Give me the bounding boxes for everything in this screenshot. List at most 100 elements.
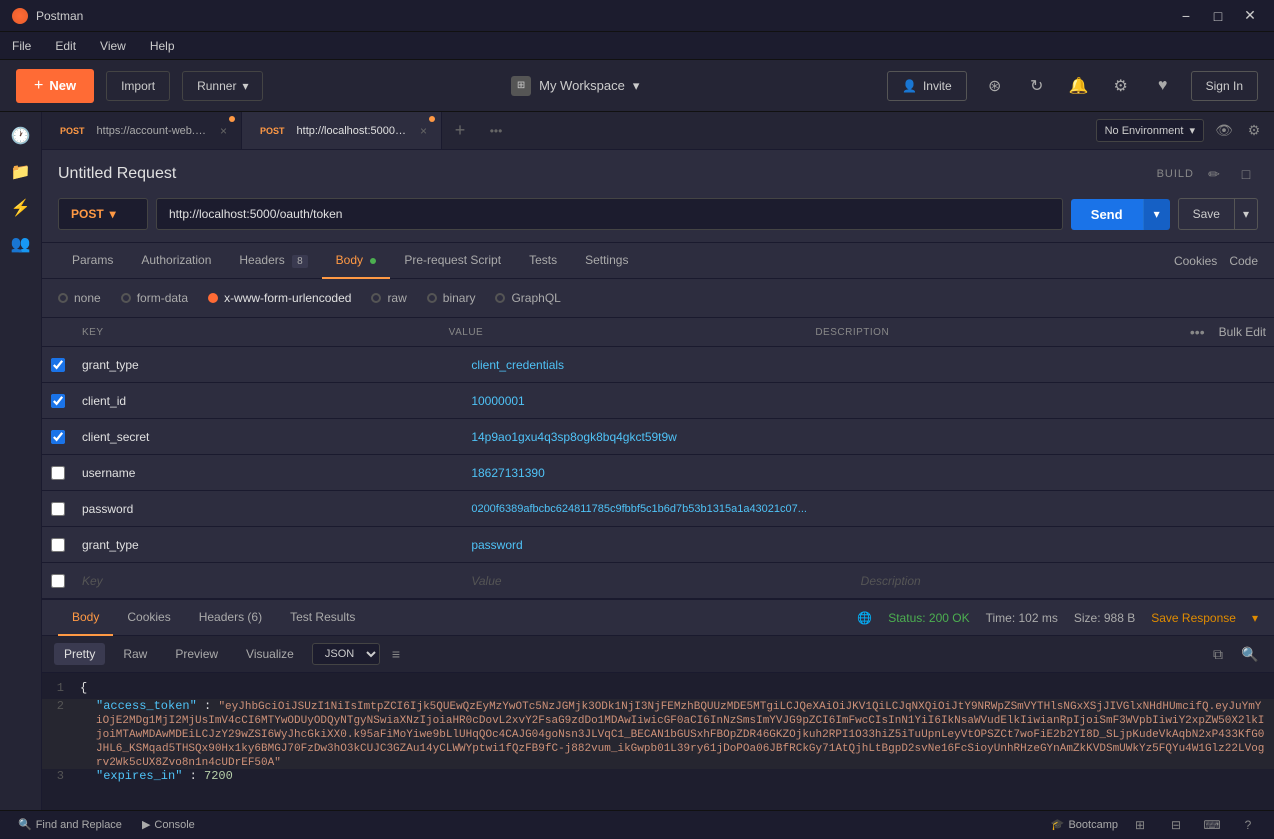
row2-value[interactable]: 10000001: [463, 390, 852, 412]
req-tab-params[interactable]: Params: [58, 243, 127, 279]
row1-key[interactable]: grant_type: [74, 354, 463, 376]
save-response-button[interactable]: Save Response: [1151, 611, 1236, 625]
new-button[interactable]: + New: [16, 69, 94, 103]
req-tab-headers[interactable]: Headers 8: [225, 243, 321, 279]
row6-value[interactable]: password: [463, 534, 852, 556]
row4-key[interactable]: username: [74, 462, 463, 484]
req-tab-pre-request[interactable]: Pre-request Script: [390, 243, 515, 279]
settings-icon-button[interactable]: ⚙: [1107, 72, 1135, 100]
row1-description[interactable]: [853, 361, 1242, 369]
row5-description[interactable]: [853, 505, 1242, 513]
collapse-icon-button[interactable]: □: [1234, 162, 1258, 186]
radio-form-data[interactable]: form-data: [121, 291, 188, 305]
find-replace-button[interactable]: 🔍 Find and Replace: [12, 816, 128, 833]
format-tab-visualize[interactable]: Visualize: [236, 643, 304, 665]
menu-help[interactable]: Help: [146, 37, 179, 55]
placeholder-value[interactable]: Value: [463, 570, 852, 592]
res-tab-test-results[interactable]: Test Results: [276, 600, 369, 636]
row1-checkbox[interactable]: [51, 358, 65, 372]
row5-checkbox[interactable]: [51, 502, 65, 516]
import-button[interactable]: Import: [106, 71, 170, 101]
edit-icon-button[interactable]: ✏: [1202, 162, 1226, 186]
sidebar-item-team[interactable]: 👥: [5, 228, 37, 260]
row5-value[interactable]: 0200f6389afbcbc624811785c9fbbf5c1b6d7b53…: [463, 499, 852, 519]
format-tab-preview[interactable]: Preview: [165, 643, 228, 665]
bulk-edit-link[interactable]: Bulk Edit: [1219, 325, 1266, 339]
heart-icon-button[interactable]: ♥: [1149, 72, 1177, 100]
search-json-button[interactable]: 🔍: [1238, 642, 1262, 666]
send-button[interactable]: Send: [1071, 199, 1143, 230]
bootcamp-button[interactable]: 🎓 Bootcamp: [1051, 818, 1118, 831]
menu-edit[interactable]: Edit: [51, 37, 80, 55]
copy-json-button[interactable]: ⧉: [1206, 642, 1230, 666]
env-dropdown[interactable]: No Environment ▾: [1096, 119, 1204, 142]
method-selector[interactable]: POST ▾: [58, 198, 148, 230]
tab-0[interactable]: POST https://account-web.suuyuu.c... ×: [42, 112, 242, 149]
menu-view[interactable]: View: [96, 37, 130, 55]
refresh-icon-button[interactable]: ↻: [1023, 72, 1051, 100]
row3-description[interactable]: [853, 433, 1242, 441]
radio-raw[interactable]: raw: [371, 291, 406, 305]
save-dropdown-button[interactable]: ▾: [1235, 198, 1258, 230]
row6-checkbox[interactable]: [51, 538, 65, 552]
req-tab-body[interactable]: Body: [322, 243, 391, 279]
signin-button[interactable]: Sign In: [1191, 71, 1258, 101]
cookies-link[interactable]: Cookies: [1174, 254, 1217, 268]
code-link[interactable]: Code: [1229, 254, 1258, 268]
tab-0-close[interactable]: ×: [220, 124, 227, 138]
url-input[interactable]: [156, 198, 1063, 230]
req-tab-tests[interactable]: Tests: [515, 243, 571, 279]
satellite-icon-button[interactable]: ⊛: [981, 72, 1009, 100]
tab-add-button[interactable]: +: [442, 112, 478, 149]
sidebar-item-api[interactable]: ⚡: [5, 192, 37, 224]
row2-key[interactable]: client_id: [74, 390, 463, 412]
table-more-button[interactable]: •••: [1184, 322, 1211, 342]
row5-key[interactable]: password: [74, 498, 463, 520]
radio-binary[interactable]: binary: [427, 291, 476, 305]
tab-1-close[interactable]: ×: [420, 124, 427, 138]
layout-icon-button-1[interactable]: ⊞: [1126, 811, 1154, 839]
res-tab-body[interactable]: Body: [58, 600, 113, 636]
row4-description[interactable]: [853, 469, 1242, 477]
row6-key[interactable]: grant_type: [74, 534, 463, 556]
req-tab-authorization[interactable]: Authorization: [127, 243, 225, 279]
env-eye-button[interactable]: 👁: [1212, 119, 1236, 143]
help-icon-button[interactable]: ?: [1234, 811, 1262, 839]
sidebar-item-history[interactable]: 🕐: [5, 120, 37, 152]
json-sort-icon[interactable]: ≡: [392, 646, 400, 662]
res-tab-headers[interactable]: Headers (6): [185, 600, 276, 636]
sidebar-item-collections[interactable]: 📁: [5, 156, 37, 188]
invite-button[interactable]: 👤 Invite: [887, 71, 967, 101]
save-response-chevron-icon[interactable]: ▾: [1252, 611, 1258, 625]
maximize-button[interactable]: □: [1206, 4, 1230, 28]
env-settings-button[interactable]: ⚙: [1242, 119, 1266, 143]
row2-checkbox[interactable]: [51, 394, 65, 408]
placeholder-checkbox[interactable]: [51, 574, 65, 588]
format-tab-raw[interactable]: Raw: [113, 643, 157, 665]
row3-key[interactable]: client_secret: [74, 426, 463, 448]
menu-file[interactable]: File: [8, 37, 35, 55]
tab-more-button[interactable]: •••: [478, 112, 514, 149]
json-format-selector[interactable]: JSON: [312, 643, 380, 665]
minimize-button[interactable]: −: [1174, 4, 1198, 28]
format-tab-pretty[interactable]: Pretty: [54, 643, 105, 665]
radio-none[interactable]: none: [58, 291, 101, 305]
save-button[interactable]: Save: [1178, 198, 1235, 230]
row4-checkbox[interactable]: [51, 466, 65, 480]
workspace-button[interactable]: ⊞ My Workspace ▾: [511, 76, 639, 96]
radio-urlencoded[interactable]: x-www-form-urlencoded: [208, 291, 351, 305]
console-button[interactable]: ▶ Console: [136, 816, 201, 833]
keyboard-icon-button[interactable]: ⌨: [1198, 811, 1226, 839]
row3-checkbox[interactable]: [51, 430, 65, 444]
row2-description[interactable]: [853, 397, 1242, 405]
req-tab-settings[interactable]: Settings: [571, 243, 642, 279]
row4-value[interactable]: 18627131390: [463, 462, 852, 484]
row3-value[interactable]: 14p9ao1gxu4q3sp8ogk8bq4gkct59t9w: [463, 426, 852, 448]
runner-button[interactable]: Runner ▾: [182, 71, 263, 101]
tab-1[interactable]: POST http://localhost:5000/oauth/to... ×: [242, 112, 442, 149]
row1-value[interactable]: client_credentials: [463, 354, 852, 376]
bell-icon-button[interactable]: 🔔: [1065, 72, 1093, 100]
row6-description[interactable]: [853, 541, 1242, 549]
close-button[interactable]: ✕: [1238, 4, 1262, 28]
send-dropdown-button[interactable]: ▾: [1143, 199, 1170, 230]
